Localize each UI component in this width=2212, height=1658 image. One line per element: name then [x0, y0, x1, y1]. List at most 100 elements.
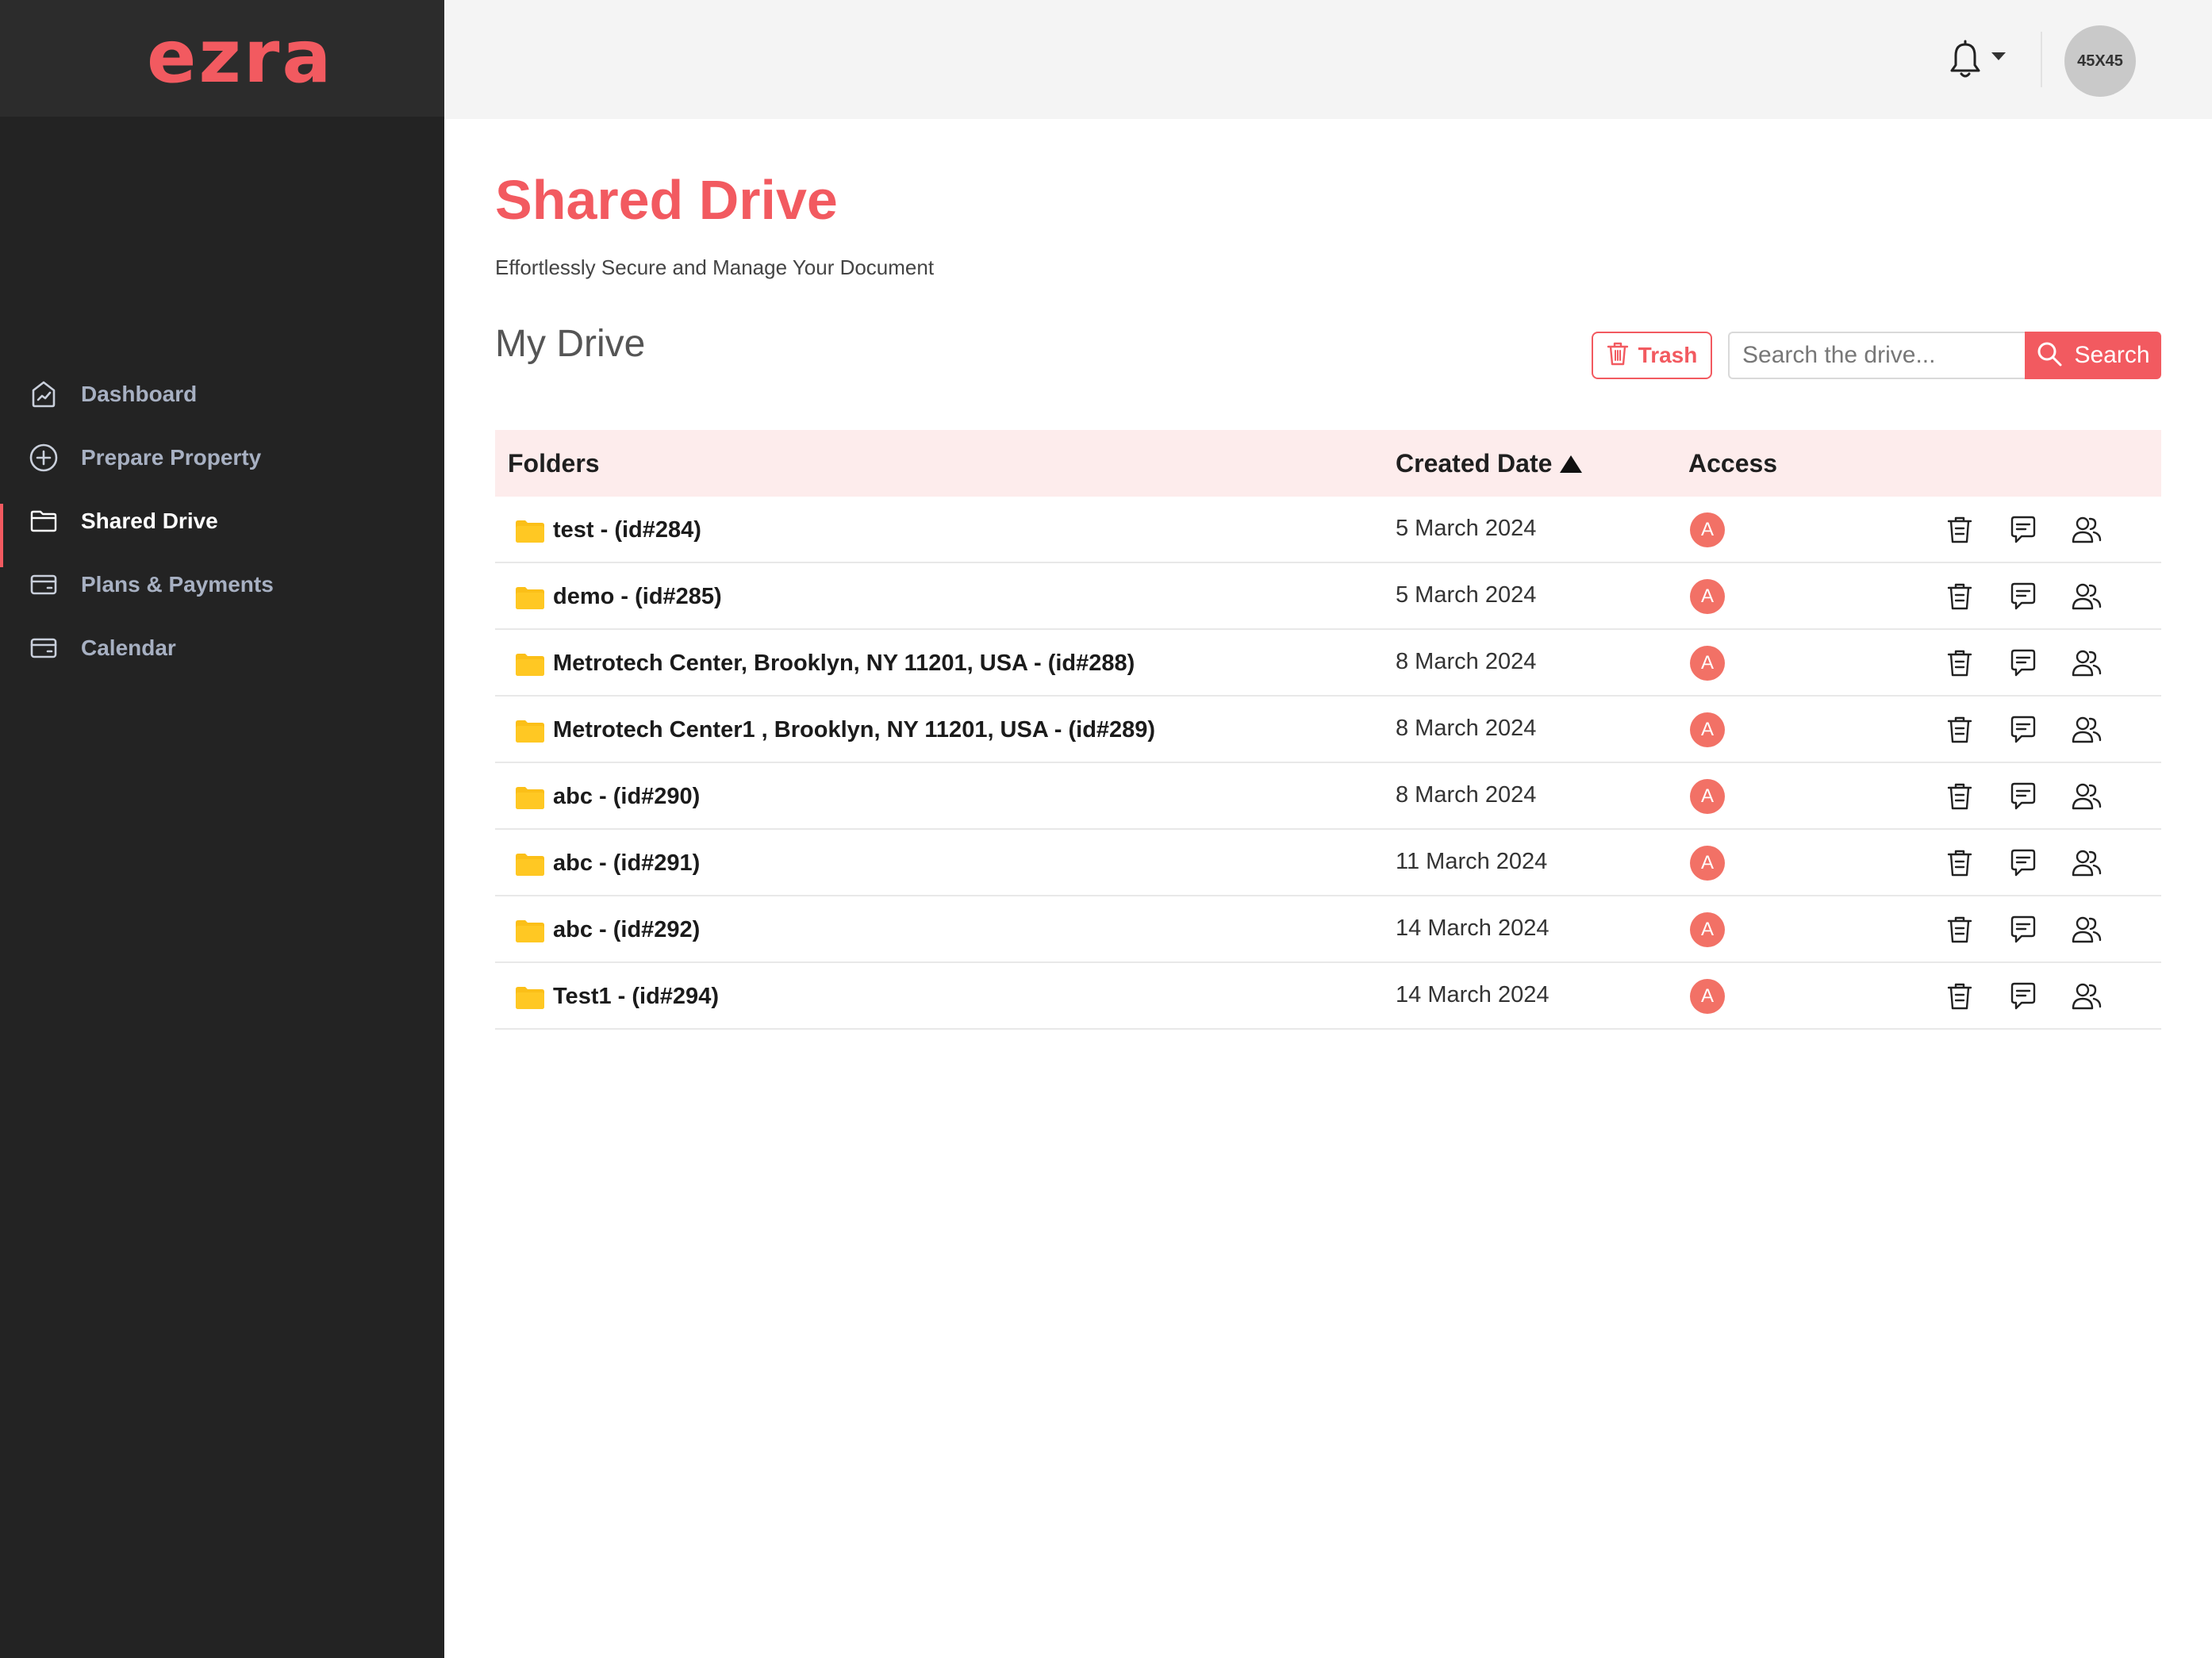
created-date: 5 March 2024: [1396, 582, 1537, 608]
folder-icon: [516, 654, 544, 676]
delete-icon[interactable]: [1944, 581, 1976, 612]
created-date: 14 March 2024: [1396, 915, 1550, 941]
comment-icon[interactable]: [2007, 714, 2039, 746]
folder-icon: [29, 506, 59, 536]
folder-icon: [516, 854, 544, 876]
sidebar-item-label: Calendar: [81, 635, 176, 660]
column-header-created-date[interactable]: Created Date: [1396, 449, 1583, 478]
delete-icon[interactable]: [1944, 781, 1976, 812]
sidebar-item-label: Plans & Payments: [81, 572, 274, 597]
folder-name[interactable]: abc - (id#292): [553, 917, 700, 943]
comment-icon[interactable]: [2007, 581, 2039, 612]
comment-icon[interactable]: [2007, 914, 2039, 946]
access-avatar[interactable]: A: [1690, 979, 1725, 1014]
share-users-icon[interactable]: [2071, 714, 2103, 746]
share-users-icon[interactable]: [2071, 981, 2103, 1012]
table-body: test - (id#284) 5 March 2024 A demo - (i…: [495, 497, 2161, 1030]
sidebar-nav: Dashboard Prepare Property Shared Drive …: [0, 363, 444, 680]
sidebar-item-dashboard[interactable]: Dashboard: [0, 363, 444, 426]
logo-bar: ezra: [0, 0, 444, 117]
share-users-icon[interactable]: [2071, 781, 2103, 812]
avatar[interactable]: 45X45: [2064, 25, 2136, 97]
table-row[interactable]: abc - (id#291) 11 March 2024 A: [495, 830, 2161, 896]
comment-icon[interactable]: [2007, 514, 2039, 546]
card-icon: [29, 570, 59, 600]
table-row[interactable]: abc - (id#290) 8 March 2024 A: [495, 763, 2161, 830]
access-avatar[interactable]: A: [1690, 579, 1725, 614]
trash-icon: [1607, 341, 1629, 370]
search-input[interactable]: [1728, 332, 2025, 379]
sidebar: ezra Dashboard Prepare Property Shared D…: [0, 0, 444, 1658]
sidebar-item-label: Dashboard: [81, 382, 198, 406]
bell-icon[interactable]: [1945, 40, 1985, 81]
sidebar-item-label: Prepare Property: [81, 445, 262, 470]
trash-button[interactable]: Trash: [1592, 332, 1712, 379]
created-date: 11 March 2024: [1396, 849, 1548, 874]
sidebar-item-plans-payments[interactable]: Plans & Payments: [0, 553, 444, 616]
delete-icon[interactable]: [1944, 647, 1976, 679]
created-date: 8 March 2024: [1396, 782, 1537, 808]
sidebar-item-calendar[interactable]: Calendar: [0, 616, 444, 680]
table-row[interactable]: test - (id#284) 5 March 2024 A: [495, 497, 2161, 563]
page-title: Shared Drive: [495, 169, 838, 231]
share-users-icon[interactable]: [2071, 581, 2103, 612]
folder-name[interactable]: test - (id#284): [553, 517, 701, 543]
folder-name[interactable]: Test1 - (id#294): [553, 984, 719, 1010]
table-header: Folders Created Date Access: [495, 430, 2161, 497]
sidebar-item-label: Shared Drive: [81, 509, 218, 533]
plus-circle-icon: [29, 443, 59, 473]
access-avatar[interactable]: A: [1690, 512, 1725, 547]
share-users-icon[interactable]: [2071, 647, 2103, 679]
share-users-icon[interactable]: [2071, 514, 2103, 546]
chevron-down-icon[interactable]: [1991, 52, 2006, 60]
search-button[interactable]: Search: [2025, 332, 2161, 379]
folder-icon: [516, 587, 544, 609]
created-date: 14 March 2024: [1396, 982, 1550, 1007]
folder-name[interactable]: abc - (id#291): [553, 850, 700, 877]
sidebar-item-prepare-property[interactable]: Prepare Property: [0, 426, 444, 489]
share-users-icon[interactable]: [2071, 847, 2103, 879]
access-avatar[interactable]: A: [1690, 779, 1725, 814]
section-title: My Drive: [495, 323, 646, 365]
access-avatar[interactable]: A: [1690, 846, 1725, 881]
folder-icon: [516, 920, 544, 942]
created-date: 8 March 2024: [1396, 716, 1537, 741]
column-header-folders: Folders: [508, 449, 600, 478]
delete-icon[interactable]: [1944, 847, 1976, 879]
comment-icon[interactable]: [2007, 981, 2039, 1012]
table-row[interactable]: abc - (id#292) 14 March 2024 A: [495, 896, 2161, 963]
access-avatar[interactable]: A: [1690, 646, 1725, 681]
sort-ascending-icon[interactable]: [1560, 455, 1583, 473]
column-header-access: Access: [1688, 449, 1778, 478]
logo[interactable]: ezra: [147, 14, 333, 99]
drive-table: Folders Created Date Access test - (id#2…: [495, 430, 2161, 1030]
search-label: Search: [2074, 342, 2150, 368]
comment-icon[interactable]: [2007, 847, 2039, 879]
access-avatar[interactable]: A: [1690, 912, 1725, 947]
folder-icon: [516, 720, 544, 743]
comment-icon[interactable]: [2007, 647, 2039, 679]
created-date: 5 March 2024: [1396, 516, 1537, 541]
sidebar-item-shared-drive[interactable]: Shared Drive: [0, 489, 444, 567]
delete-icon[interactable]: [1944, 981, 1976, 1012]
folder-name[interactable]: abc - (id#290): [553, 784, 700, 810]
access-avatar[interactable]: A: [1690, 712, 1725, 747]
comment-icon[interactable]: [2007, 781, 2039, 812]
table-row[interactable]: Metrotech Center, Brooklyn, NY 11201, US…: [495, 630, 2161, 697]
search-icon: [2036, 340, 2063, 371]
column-header-created-label: Created Date: [1396, 449, 1553, 478]
share-users-icon[interactable]: [2071, 914, 2103, 946]
card-icon: [29, 633, 59, 663]
folder-name[interactable]: Metrotech Center, Brooklyn, NY 11201, US…: [553, 651, 1135, 677]
folder-icon: [516, 987, 544, 1009]
table-row[interactable]: Metrotech Center1 , Brooklyn, NY 11201, …: [495, 697, 2161, 763]
folder-icon: [516, 520, 544, 543]
dashboard-icon: [29, 379, 59, 409]
table-row[interactable]: demo - (id#285) 5 March 2024 A: [495, 563, 2161, 630]
delete-icon[interactable]: [1944, 714, 1976, 746]
folder-name[interactable]: demo - (id#285): [553, 584, 722, 610]
delete-icon[interactable]: [1944, 514, 1976, 546]
folder-name[interactable]: Metrotech Center1 , Brooklyn, NY 11201, …: [553, 717, 1155, 743]
table-row[interactable]: Test1 - (id#294) 14 March 2024 A: [495, 963, 2161, 1030]
delete-icon[interactable]: [1944, 914, 1976, 946]
